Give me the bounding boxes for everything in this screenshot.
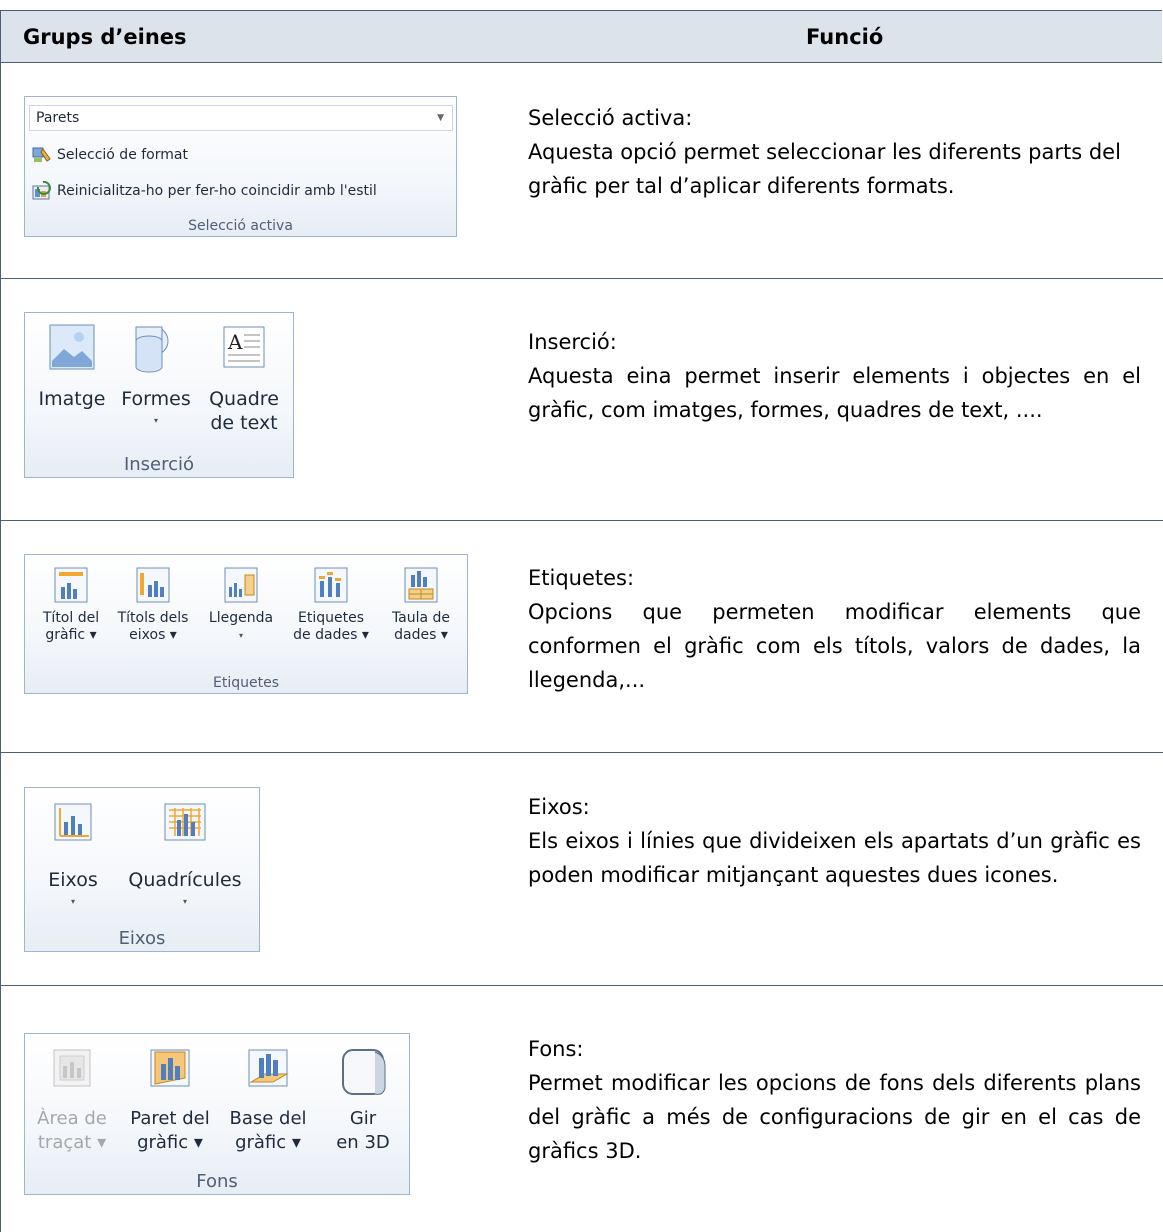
- button-label: Eixos: [48, 869, 98, 891]
- description-body: Opcions que permeten modificar elements …: [528, 600, 1141, 692]
- description-title: Inserció:: [528, 330, 617, 354]
- data-labels-icon: [314, 567, 348, 603]
- description-title: Fons:: [528, 1037, 584, 1061]
- button-label: Quadrícules: [128, 869, 242, 891]
- chart-floor-icon: [248, 1049, 289, 1087]
- header-col-groups: Grups d’eines: [23, 25, 187, 49]
- insert-picture-button[interactable]: Imatge: [33, 321, 111, 412]
- shapes-icon: [135, 326, 169, 373]
- reset-style-icon: [32, 180, 51, 200]
- chart-wall-icon: [150, 1049, 190, 1087]
- chevron-down-icon: ▾: [70, 897, 75, 906]
- axis-titles-button[interactable]: Títols dels eixos ▾: [109, 565, 197, 644]
- description-title: Eixos:: [528, 795, 590, 819]
- description-title: Etiquetes:: [528, 566, 635, 590]
- data-table-icon: [404, 567, 438, 603]
- header-col-function: Funció: [806, 25, 884, 49]
- text-box-icon: A: [223, 326, 265, 368]
- axis-titles-icon: [136, 567, 170, 603]
- button-label: Imatge: [38, 388, 106, 410]
- table-header: Grups d’eines Funció: [0, 10, 1162, 63]
- table-row: Títol del gràfic ▾ Títols dels eixos ▾ L…: [0, 521, 1163, 753]
- button-label-2: gràfic ▾: [45, 627, 97, 643]
- svg-text:A: A: [227, 330, 243, 354]
- button-label: Formes: [121, 388, 191, 410]
- chart-floor-button[interactable]: Base del gràfic ▾: [221, 1044, 315, 1155]
- tools-table: Grups d’eines Funció Parets ▼ Selecció d…: [0, 10, 1163, 1232]
- ribbon-group-background: Àrea de traçat ▾ Paret del gràfic ▾ Base…: [24, 1033, 410, 1195]
- button-label-2: traçat ▾: [37, 1132, 107, 1153]
- description-body: Aquesta eina permet inserir elements i o…: [528, 364, 1141, 422]
- description: Eixos: Els eixos i línies que divideixen…: [528, 790, 1141, 892]
- button-label-2: de dades ▾: [293, 627, 369, 643]
- button-label: Paret del: [130, 1108, 210, 1129]
- format-selection-button[interactable]: Selecció de format: [31, 145, 188, 165]
- reset-to-match-style-button[interactable]: Reinicialitza-ho per fer-ho coincidir am…: [31, 180, 377, 201]
- button-label: Àrea de: [37, 1108, 107, 1129]
- button-label-2: dades ▾: [394, 627, 448, 643]
- button-label: Taula de: [391, 610, 451, 626]
- description-title: Selecció activa:: [528, 106, 693, 130]
- button-label: Títol del: [42, 610, 100, 626]
- gridlines-icon: [164, 803, 206, 841]
- description-body: Els eixos i línies que divideixen els ap…: [528, 829, 1141, 887]
- button-label: Etiquetes: [298, 610, 364, 626]
- data-labels-button[interactable]: Etiquetes de dades ▾: [287, 565, 375, 644]
- button-label-2: gràfic ▾: [235, 1132, 301, 1153]
- plot-area-icon: [53, 1049, 91, 1087]
- description-body: Permet modificar les opcions de fons del…: [528, 1071, 1141, 1163]
- data-table-button[interactable]: Taula de dades ▾: [379, 565, 463, 644]
- description: Inserció: Aquesta eina permet inserir el…: [528, 325, 1141, 427]
- group-label: Fons: [196, 1171, 238, 1192]
- description-body: Aquesta opció permet seleccionar les dif…: [528, 140, 1121, 198]
- axes-icon: [54, 803, 92, 841]
- gridlines-button[interactable]: Quadrícules ▾: [117, 800, 253, 910]
- button-label-2: en 3D: [336, 1132, 390, 1153]
- button-label-2: eixos ▾: [129, 627, 177, 643]
- description: Selecció activa: Aquesta opció permet se…: [528, 101, 1141, 203]
- axes-button[interactable]: Eixos ▾: [37, 800, 109, 910]
- chart-wall-button[interactable]: Paret del gràfic ▾: [123, 1044, 217, 1155]
- button-label: Base del: [229, 1108, 307, 1129]
- insert-text-box-button[interactable]: A Quadre de text: [201, 321, 287, 434]
- format-selection-label: Selecció de format: [57, 147, 188, 163]
- insert-shapes-button[interactable]: Formes ▾: [117, 321, 195, 429]
- chevron-down-icon: ▾: [182, 897, 187, 906]
- chevron-down-icon: ▾: [153, 416, 158, 425]
- button-label: Llegenda: [208, 610, 274, 626]
- table-row: Àrea de traçat ▾ Paret del gràfic ▾ Base…: [0, 986, 1163, 1232]
- ribbon-group-insert: Imatge Formes ▾ A Quadre de text Inserci…: [24, 312, 294, 478]
- table-row: Eixos ▾ Quadrícules ▾ Eixos Eixos: Els e…: [0, 753, 1163, 986]
- plot-area-button[interactable]: Àrea de traçat ▾: [29, 1044, 115, 1155]
- group-label: Eixos: [118, 928, 166, 949]
- button-label-2: gràfic ▾: [137, 1132, 203, 1153]
- legend-icon: [224, 567, 258, 603]
- ribbon-group-labels: Títol del gràfic ▾ Títols dels eixos ▾ L…: [24, 554, 468, 694]
- reset-style-label: Reinicialitza-ho per fer-ho coincidir am…: [57, 183, 377, 199]
- description: Fons: Permet modificar les opcions de fo…: [528, 1032, 1141, 1168]
- button-label: Quadre: [209, 388, 279, 410]
- chevron-down-icon: ▾: [238, 631, 243, 640]
- 3d-rotation-button[interactable]: Gir en 3D: [321, 1044, 405, 1155]
- group-label: Etiquetes: [213, 675, 279, 691]
- combo-value: Parets: [36, 110, 80, 126]
- legend-button[interactable]: Llegenda ▾: [199, 565, 283, 644]
- group-label: Inserció: [123, 454, 195, 475]
- chart-elements-combo[interactable]: Parets ▼: [29, 105, 453, 131]
- chart-title-button[interactable]: Títol del gràfic ▾: [29, 565, 113, 644]
- chevron-down-icon[interactable]: ▼: [437, 106, 444, 130]
- table-row: Imatge Formes ▾ A Quadre de text Inserci…: [0, 279, 1163, 521]
- ribbon-group-active-selection: Parets ▼ Selecció de format Reinicialitz…: [24, 96, 457, 237]
- button-label-2: de text: [210, 412, 278, 434]
- description: Etiquetes: Opcions que permeten modifica…: [528, 561, 1141, 697]
- button-label: Gir: [349, 1108, 377, 1129]
- 3d-rotation-icon: [342, 1049, 386, 1095]
- group-label: Selecció activa: [188, 218, 293, 234]
- button-label: Títols dels: [117, 610, 189, 626]
- picture-icon: [49, 324, 95, 370]
- chart-title-icon: [54, 567, 88, 603]
- table-row: Parets ▼ Selecció de format Reinicialitz…: [0, 63, 1163, 279]
- ribbon-group-axes: Eixos ▾ Quadrícules ▾ Eixos: [24, 787, 260, 952]
- format-brush-icon: [32, 147, 51, 162]
